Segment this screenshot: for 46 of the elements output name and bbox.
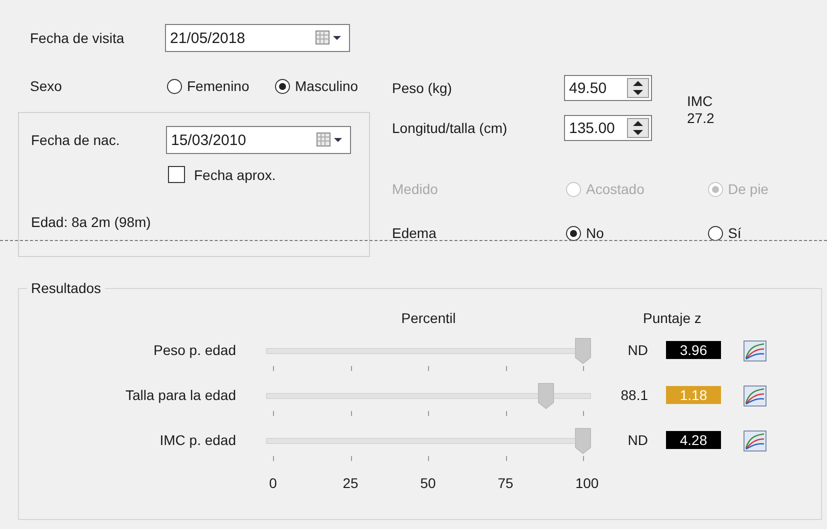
spinner-icon[interactable] (627, 78, 649, 98)
axis-label: 75 (498, 475, 514, 491)
column-header: Puntaje z (643, 310, 702, 326)
z-score: 3.96 (666, 341, 721, 359)
field-label: Longitud/talla (cm) (392, 120, 508, 136)
row-label: IMC p. edad (158, 431, 236, 450)
axis-label: 0 (269, 475, 277, 491)
bmi-label: IMC (687, 93, 714, 110)
field-label: Peso (kg) (392, 80, 453, 96)
field-label: Fecha de visita (30, 30, 126, 46)
date-field[interactable]: 21/05/2018 (165, 24, 350, 52)
row-label: Peso p. edad (152, 341, 236, 360)
number-field[interactable]: 49.50 (564, 75, 652, 101)
age-text: Edad: 8a 2m (98m) (31, 214, 151, 230)
number-field[interactable]: 135.00 (564, 115, 652, 141)
chart-icon[interactable] (743, 340, 767, 362)
bmi-value: 27.2 (687, 110, 714, 127)
checkbox[interactable]: Fecha aprox. (168, 166, 276, 183)
percentile-value: ND (626, 431, 648, 450)
z-score: 1.18 (666, 386, 721, 404)
chart-icon[interactable] (743, 430, 767, 452)
field-label: Edema (392, 225, 438, 241)
percentile-value: ND (626, 341, 648, 360)
group-title: Resultados (30, 280, 102, 296)
field-label: Medido (392, 181, 439, 197)
axis-label: 50 (420, 475, 436, 491)
chart-icon[interactable] (743, 385, 767, 407)
axis-label: 25 (342, 475, 358, 491)
axis-label: 100 (575, 475, 599, 491)
calendar-dropdown-icon[interactable] (316, 132, 344, 148)
percentile-value: 88.1 (620, 386, 648, 405)
calendar-dropdown-icon[interactable] (315, 30, 343, 46)
radio-button[interactable]: Sí (708, 225, 768, 241)
slider-thumb[interactable] (538, 383, 554, 409)
field-label: Fecha de nac. (31, 132, 121, 148)
radio-button[interactable]: Femenino (167, 78, 275, 94)
field-label: Sexo (30, 78, 63, 94)
row-label: Talla para la edad (124, 386, 236, 405)
radio-button[interactable]: No (566, 225, 708, 241)
radio-button[interactable]: Masculino (275, 78, 385, 94)
slider-thumb[interactable] (575, 338, 591, 364)
z-score: 4.28 (666, 431, 721, 449)
spinner-icon[interactable] (627, 118, 649, 138)
column-header: Percentil (400, 310, 457, 326)
slider-thumb[interactable] (575, 428, 591, 454)
date-field[interactable]: 15/03/2010 (166, 126, 351, 154)
